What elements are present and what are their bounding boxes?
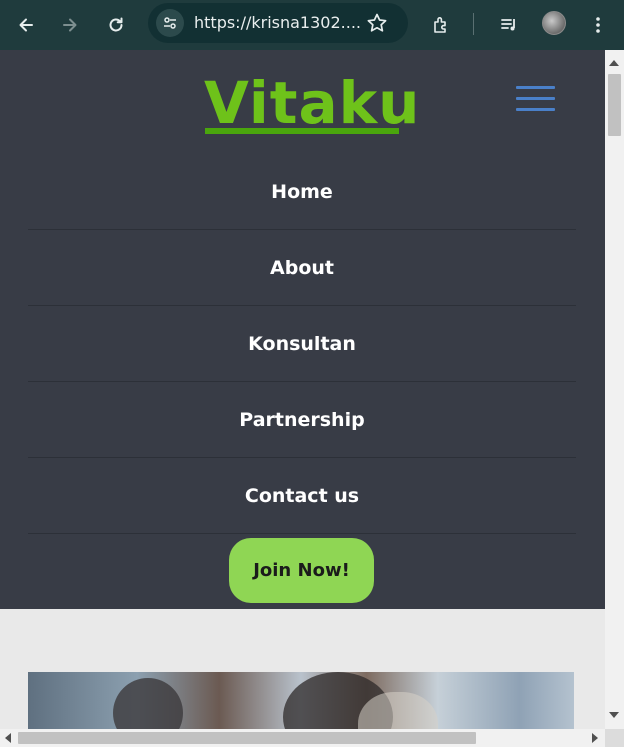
address-bar[interactable]: https://krisna1302....	[148, 3, 408, 43]
scroll-right-arrow-icon[interactable]	[592, 733, 598, 743]
browser-toolbar: https://krisna1302....	[0, 0, 624, 50]
nav-menu: Home About Konsultan Partnership Contact…	[28, 154, 576, 534]
back-arrow-icon[interactable]	[11, 10, 41, 40]
logo-underline	[205, 128, 399, 134]
kebab-menu-icon[interactable]	[583, 10, 613, 40]
page-viewport: Vitaku Home About Konsultan Partnership …	[0, 50, 605, 729]
toolbar-divider	[473, 13, 474, 35]
mobile-nav-panel: Vitaku Home About Konsultan Partnership …	[0, 50, 605, 609]
nav-item-home[interactable]: Home	[28, 154, 576, 230]
nav-item-about[interactable]: About	[28, 230, 576, 306]
site-info-icon[interactable]	[156, 9, 184, 37]
extensions-icon[interactable]	[426, 10, 456, 40]
scrollbar-corner	[605, 729, 624, 747]
horizontal-scrollbar[interactable]	[0, 729, 605, 747]
profile-avatar[interactable]	[542, 11, 566, 35]
vertical-scroll-thumb[interactable]	[608, 74, 621, 136]
join-now-button[interactable]: Join Now!	[229, 538, 374, 603]
hamburger-menu-icon[interactable]	[516, 86, 556, 116]
vertical-scrollbar[interactable]	[605, 50, 624, 729]
reload-icon[interactable]	[101, 10, 131, 40]
forward-arrow-icon[interactable]	[55, 10, 85, 40]
media-control-icon[interactable]	[494, 10, 524, 40]
nav-item-konsultan[interactable]: Konsultan	[28, 306, 576, 382]
bookmark-star-icon[interactable]	[366, 12, 388, 34]
url-text[interactable]: https://krisna1302....	[194, 13, 361, 32]
scroll-left-arrow-icon[interactable]	[5, 733, 11, 743]
nav-item-contact[interactable]: Contact us	[28, 458, 576, 534]
scroll-up-arrow-icon[interactable]	[609, 60, 619, 66]
hero-image	[28, 672, 574, 729]
scroll-down-arrow-icon[interactable]	[609, 712, 619, 718]
horizontal-scroll-thumb[interactable]	[18, 732, 476, 744]
nav-item-partnership[interactable]: Partnership	[28, 382, 576, 458]
site-logo[interactable]: Vitaku	[204, 72, 420, 134]
